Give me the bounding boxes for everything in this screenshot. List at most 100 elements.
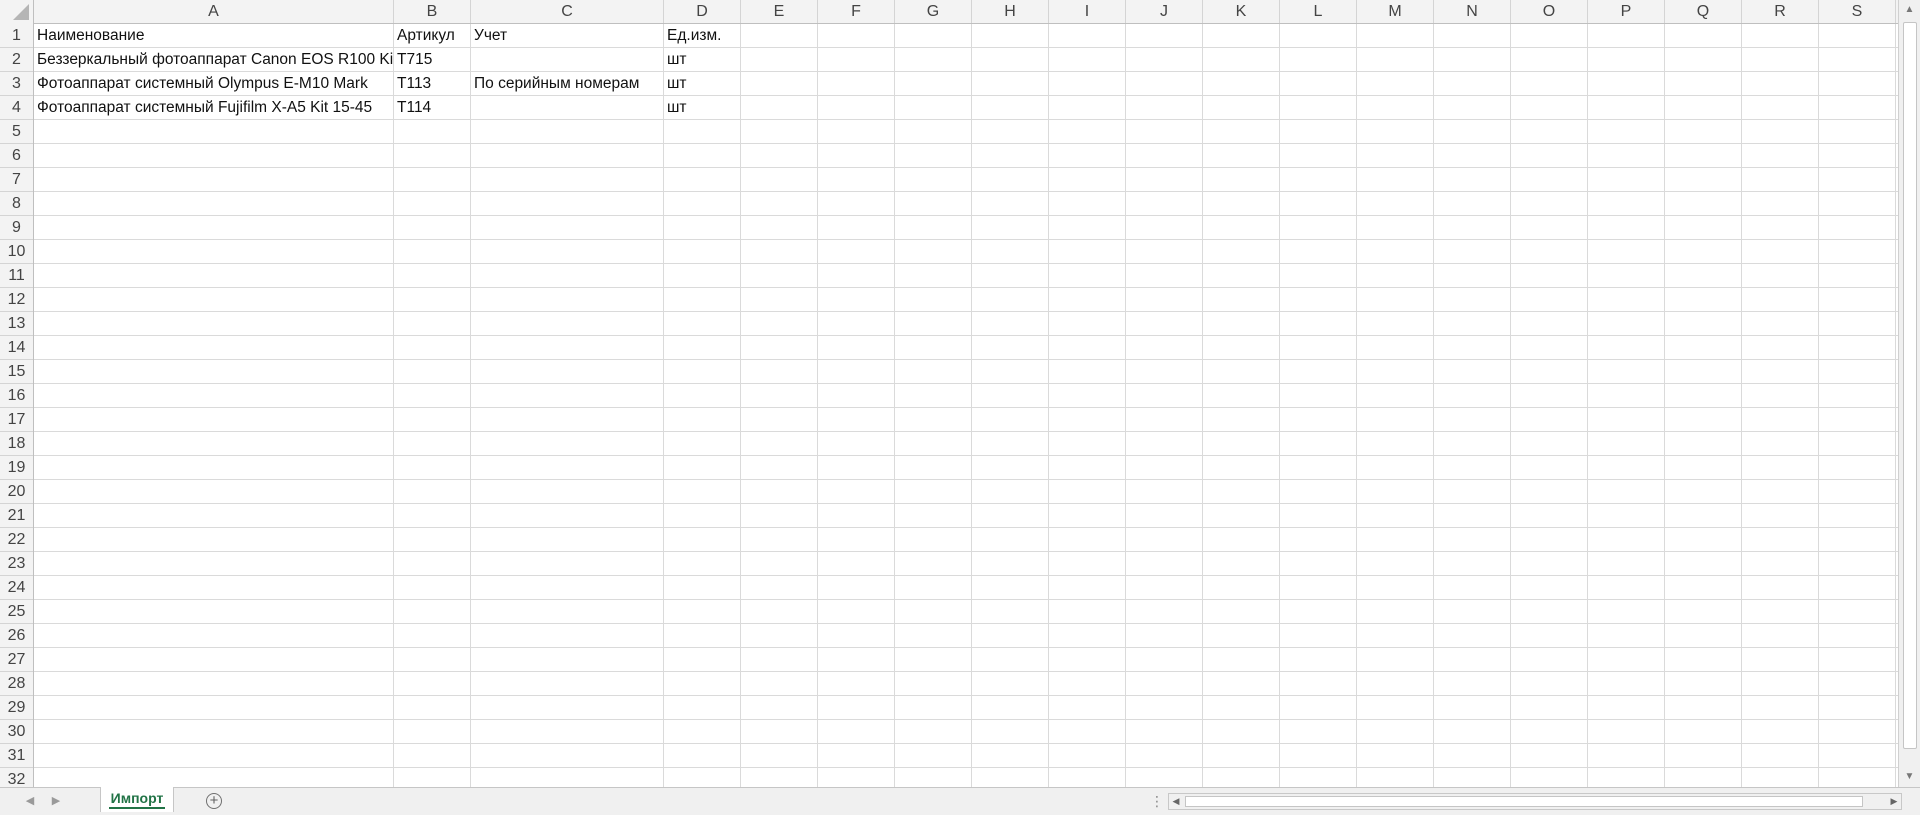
cell-b1[interactable]: Артикул (394, 24, 470, 47)
row-header-2[interactable]: 2 (0, 48, 33, 72)
row-header-11[interactable]: 11 (0, 264, 33, 288)
triangle-left-icon[interactable]: ◀ (1169, 794, 1183, 809)
grid-vertical-line (1664, 24, 1665, 787)
row-header-10[interactable]: 10 (0, 240, 33, 264)
horizontal-scroll-thumb[interactable] (1185, 796, 1863, 807)
row-header-9[interactable]: 9 (0, 216, 33, 240)
row-header-27[interactable]: 27 (0, 648, 33, 672)
row-header-bar: 1 2 3 4 5 6 7 8 9 10 11 12 13 14 15 16 17 18 19 20 21 22 23 24 2… (0, 24, 34, 787)
row-header-22[interactable]: 22 (0, 528, 33, 552)
grid-vertical-line (470, 24, 471, 787)
column-header-b[interactable]: B (394, 0, 471, 23)
row-header-25[interactable]: 25 (0, 600, 33, 624)
row-header-8[interactable]: 8 (0, 192, 33, 216)
column-header-r[interactable]: R (1742, 0, 1819, 23)
grid-vertical-line (393, 24, 394, 787)
horizontal-scrollbar[interactable]: ◀ ▶ (1168, 793, 1902, 810)
cell-a3[interactable]: Фотоаппарат системный Olympus E-M10 Mark (34, 72, 393, 95)
column-header-j[interactable]: J (1126, 0, 1203, 23)
cell-b2[interactable]: T715 (394, 48, 470, 71)
tab-splitter-handle[interactable]: ⋮ (1150, 792, 1164, 810)
row-header-18[interactable]: 18 (0, 432, 33, 456)
cell-d3[interactable]: шт (664, 72, 740, 95)
row-header-4[interactable]: 4 (0, 96, 33, 120)
cell-c3[interactable]: По серийным номерам (471, 72, 663, 95)
row-header-20[interactable]: 20 (0, 480, 33, 504)
cell-a1[interactable]: Наименование (34, 24, 393, 47)
sheet-tab-label: Импорт (110, 790, 164, 806)
cell-c1[interactable]: Учет (471, 24, 663, 47)
row-header-6[interactable]: 6 (0, 144, 33, 168)
cell-d1[interactable]: Ед.изм. (664, 24, 740, 47)
row-header-1[interactable]: 1 (0, 24, 33, 48)
row-header-12[interactable]: 12 (0, 288, 33, 312)
cell-c2[interactable] (471, 48, 663, 71)
cell-a2[interactable]: Беззеркальный фотоаппарат Canon EOS R100… (34, 48, 393, 71)
column-header-k[interactable]: K (1203, 0, 1280, 23)
row-header-21[interactable]: 21 (0, 504, 33, 528)
column-header-l[interactable]: L (1280, 0, 1357, 23)
column-header-p[interactable]: P (1588, 0, 1665, 23)
column-header-d[interactable]: D (664, 0, 741, 23)
row-header-15[interactable]: 15 (0, 360, 33, 384)
column-header-f[interactable]: F (818, 0, 895, 23)
row-header-14[interactable]: 14 (0, 336, 33, 360)
grid-vertical-line (740, 24, 741, 787)
select-all-button[interactable] (0, 0, 34, 24)
grid-vertical-line (1048, 24, 1049, 787)
row-header-28[interactable]: 28 (0, 672, 33, 696)
row-header-29[interactable]: 29 (0, 696, 33, 720)
row-header-26[interactable]: 26 (0, 624, 33, 648)
grid-vertical-line (894, 24, 895, 787)
column-header-s[interactable]: S (1819, 0, 1896, 23)
sheet-tab-import[interactable]: Импорт (100, 787, 174, 812)
grid-vertical-line (1202, 24, 1203, 787)
row-header-7[interactable]: 7 (0, 168, 33, 192)
triangle-down-icon[interactable]: ▼ (1899, 767, 1920, 787)
column-header-a[interactable]: A (34, 0, 394, 23)
triangle-up-icon[interactable]: ▲ (1899, 0, 1920, 20)
active-tab-underline (109, 807, 165, 809)
grid-vertical-line (1587, 24, 1588, 787)
grid-vertical-line (1895, 24, 1896, 787)
row-header-3[interactable]: 3 (0, 72, 33, 96)
vertical-scrollbar[interactable]: ▲ ▼ (1898, 0, 1920, 787)
cell-b3[interactable]: T113 (394, 72, 470, 95)
cell-c4[interactable] (471, 96, 663, 119)
column-header-i[interactable]: I (1049, 0, 1126, 23)
grid-vertical-line (1818, 24, 1819, 787)
row-header-17[interactable]: 17 (0, 408, 33, 432)
vertical-scroll-thumb[interactable] (1903, 22, 1917, 749)
cell-b4[interactable]: T114 (394, 96, 470, 119)
grid-vertical-line (1125, 24, 1126, 787)
cell-d2[interactable]: шт (664, 48, 740, 71)
prev-sheet-button[interactable]: ◀ (22, 792, 38, 810)
column-header-o[interactable]: O (1511, 0, 1588, 23)
row-header-30[interactable]: 30 (0, 720, 33, 744)
column-header-n[interactable]: N (1434, 0, 1511, 23)
plus-circle-icon[interactable]: + (206, 793, 222, 809)
row-header-5[interactable]: 5 (0, 120, 33, 144)
column-header-q[interactable]: Q (1665, 0, 1742, 23)
cell-d4[interactable]: шт (664, 96, 740, 119)
next-sheet-button[interactable]: ▶ (48, 792, 64, 810)
grid-vertical-line (1279, 24, 1280, 787)
column-header-h[interactable]: H (972, 0, 1049, 23)
column-header-c[interactable]: C (471, 0, 664, 23)
column-header-m[interactable]: M (1357, 0, 1434, 23)
row-header-19[interactable]: 19 (0, 456, 33, 480)
row-header-16[interactable]: 16 (0, 384, 33, 408)
row-header-32[interactable]: 32 (0, 768, 33, 787)
sheet-tab-bar: ◀ ▶ Импорт + ⋮ ◀ ▶ (0, 787, 1920, 815)
grid-vertical-line (663, 24, 664, 787)
row-header-24[interactable]: 24 (0, 576, 33, 600)
triangle-right-icon[interactable]: ▶ (1887, 794, 1901, 809)
row-header-31[interactable]: 31 (0, 744, 33, 768)
column-header-e[interactable]: E (741, 0, 818, 23)
column-header-g[interactable]: G (895, 0, 972, 23)
column-header-bar: ABCDEFGHIJKLMNOPQRS (0, 0, 1898, 24)
row-header-13[interactable]: 13 (0, 312, 33, 336)
cell-grid[interactable]: Наименование Артикул Учет Ед.изм. Беззеркаль… (34, 24, 1898, 787)
cell-a4[interactable]: Фотоаппарат системный Fujifilm X-A5 Kit … (34, 96, 393, 119)
row-header-23[interactable]: 23 (0, 552, 33, 576)
